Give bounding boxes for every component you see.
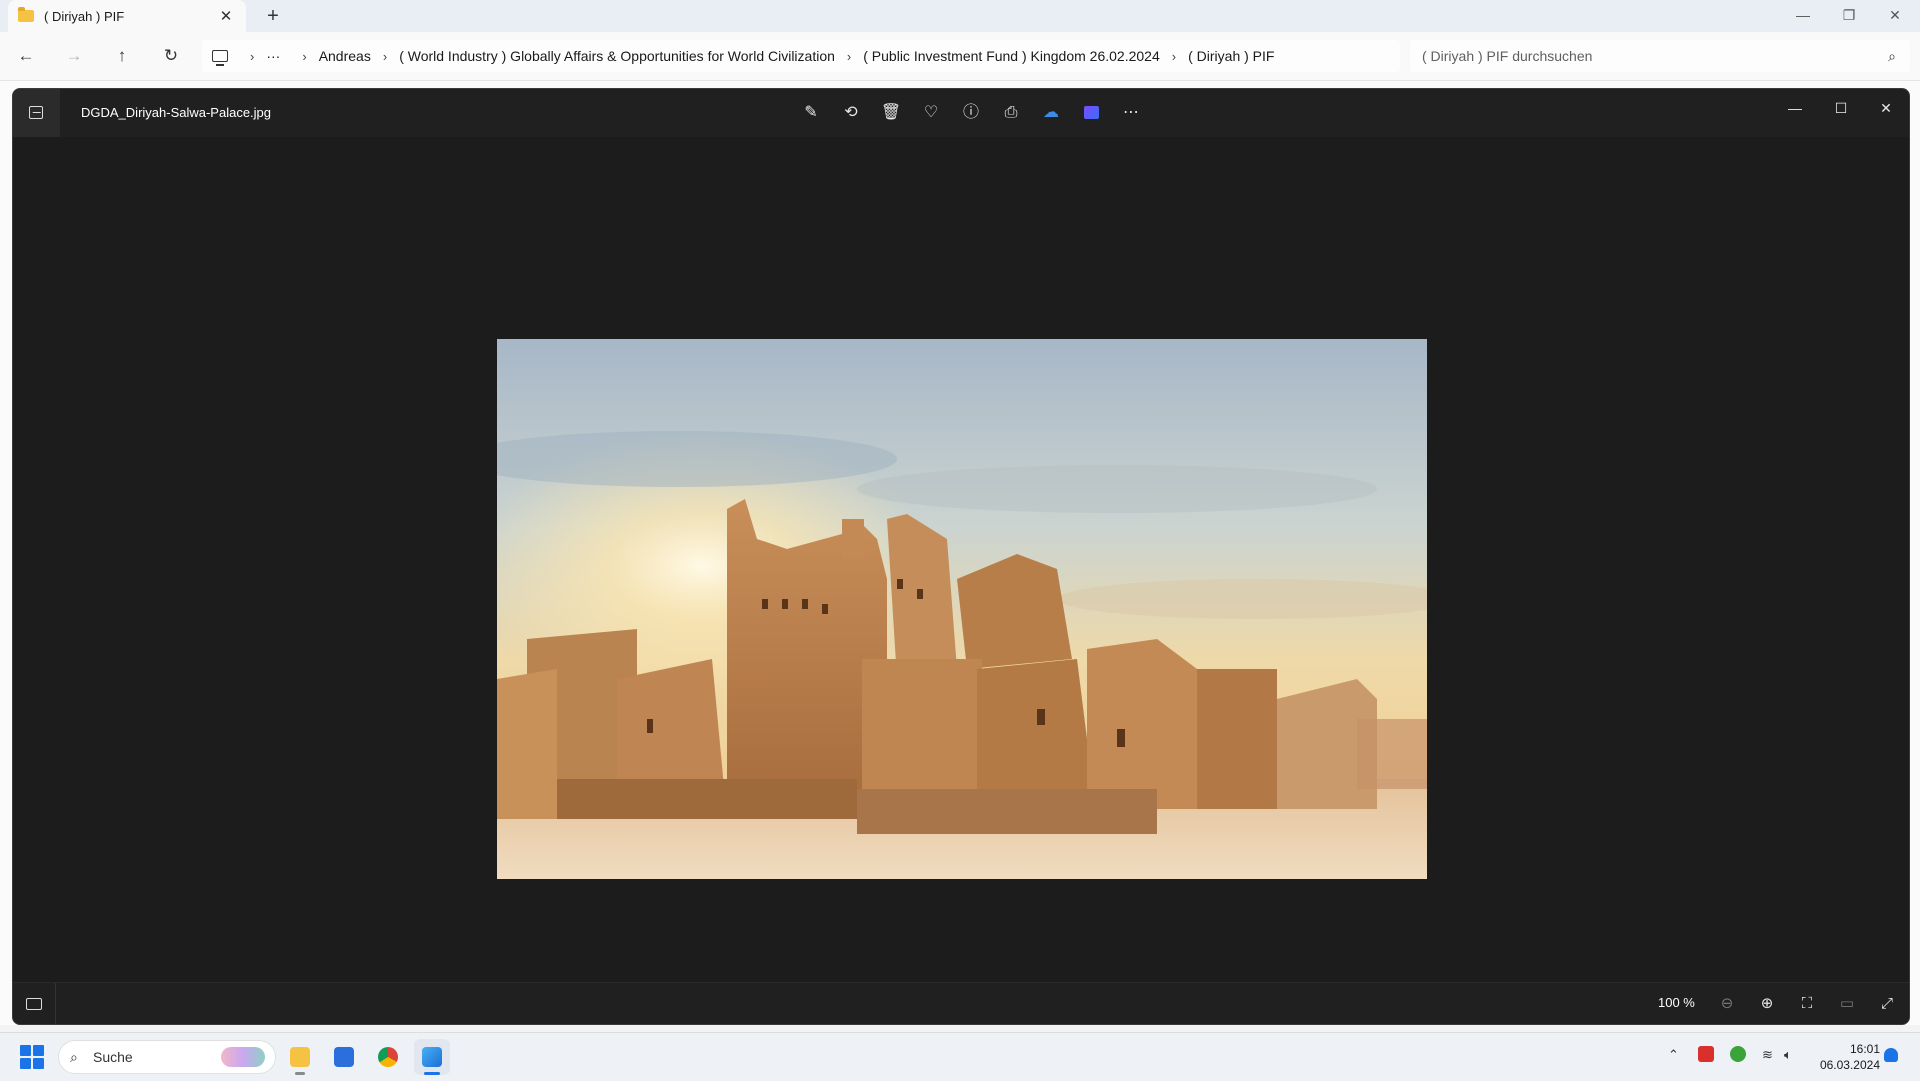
forward-icon[interactable]: → bbox=[60, 42, 88, 70]
print-icon[interactable]: ⎙ bbox=[991, 99, 1031, 127]
zoom-out-icon[interactable]: ⊖ bbox=[1713, 991, 1741, 1017]
favorite-icon[interactable]: ♡ bbox=[911, 99, 951, 127]
clock[interactable]: 16:01 06.03.2024 bbox=[1802, 1041, 1880, 1073]
explorer-tab-bar: ( Diriyah ) PIF ✕ + — ❐ ✕ bbox=[0, 0, 1920, 32]
taskbar: ⌕ Suche ⌃ ≋ 🔈︎ 16:01 06.03.2024 bbox=[0, 1032, 1920, 1081]
breadcrumb-item-pif-kingdom[interactable]: ( Public Investment Fund ) Kingdom 26.02… bbox=[863, 48, 1160, 64]
security-tray-icon[interactable] bbox=[1730, 1046, 1746, 1062]
tab-close-icon[interactable]: ✕ bbox=[216, 7, 236, 25]
viewer-close-icon[interactable]: ✕ bbox=[1863, 93, 1909, 123]
photo-viewer-window: DGDA_Diriyah-Salwa-Palace.jpg ✎ ⟲ 🗑 ♡ ⓘ … bbox=[12, 88, 1910, 1025]
more-icon[interactable]: ⋯ bbox=[1111, 99, 1151, 127]
wifi-icon[interactable]: ≋ bbox=[1762, 1047, 1773, 1067]
photos-taskbar-icon[interactable] bbox=[414, 1039, 450, 1075]
breadcrumb-item-andreas[interactable]: Andreas bbox=[319, 48, 371, 64]
viewer-maximize-icon[interactable]: ☐ bbox=[1818, 93, 1864, 123]
search-highlight-icon bbox=[221, 1047, 265, 1067]
breadcrumb-overflow[interactable]: ··· bbox=[266, 48, 280, 64]
file-name: DGDA_Diriyah-Salwa-Palace.jpg bbox=[81, 105, 272, 120]
image-canvas bbox=[13, 137, 1909, 982]
clock-time: 16:01 bbox=[1849, 1042, 1880, 1056]
show-hidden-icons-icon[interactable]: ⌃ bbox=[1668, 1047, 1679, 1067]
breadcrumb-item-world-industry[interactable]: ( World Industry ) Globally Affairs & Op… bbox=[399, 48, 835, 64]
back-icon[interactable]: ← bbox=[12, 42, 40, 70]
search-icon: ⌕ bbox=[1888, 48, 1896, 64]
file-explorer-taskbar-icon[interactable] bbox=[282, 1039, 318, 1075]
tab-diriyah-pif[interactable]: ( Diriyah ) PIF ✕ bbox=[8, 0, 246, 32]
zoom-in-icon[interactable]: ⊕ bbox=[1753, 991, 1781, 1017]
close-window-icon[interactable]: ✕ bbox=[1872, 0, 1918, 32]
explorer-address-bar: ← → ↑ ↻ › ··· › Andreas › ( World Indust… bbox=[0, 32, 1920, 81]
clock-date: 06.03.2024 bbox=[1819, 1058, 1880, 1072]
viewer-minimize-icon[interactable]: — bbox=[1772, 93, 1818, 123]
new-tab-button[interactable]: + bbox=[260, 3, 286, 29]
microsoft-store-taskbar-icon[interactable] bbox=[326, 1039, 362, 1075]
refresh-icon[interactable]: ↻ bbox=[157, 42, 185, 70]
pdf-app-tray-icon[interactable] bbox=[1698, 1046, 1714, 1062]
viewer-title-bar: DGDA_Diriyah-Salwa-Palace.jpg ✎ ⟲ 🗑 ♡ ⓘ … bbox=[13, 89, 1909, 137]
computer-icon bbox=[212, 50, 228, 66]
folder-icon bbox=[18, 7, 34, 22]
zoom-level[interactable]: 100 % bbox=[1658, 995, 1695, 1010]
restore-icon[interactable]: ❐ bbox=[1826, 0, 1872, 32]
fit-to-window-icon[interactable]: ⛶ bbox=[1793, 991, 1821, 1017]
taskbar-search[interactable]: ⌕ Suche bbox=[58, 1040, 276, 1074]
info-icon[interactable]: ⓘ bbox=[951, 99, 991, 127]
actual-size-icon[interactable]: ▭ bbox=[1833, 991, 1861, 1017]
explorer-search-input[interactable]: ( Diriyah ) PIF durchsuchen ⌕ bbox=[1410, 40, 1910, 72]
notification-bell-icon[interactable] bbox=[1884, 1048, 1898, 1062]
chevron-right-icon[interactable]: › bbox=[383, 49, 387, 64]
chevron-right-icon[interactable]: › bbox=[847, 49, 851, 64]
search-placeholder: ( Diriyah ) PIF durchsuchen bbox=[1422, 48, 1593, 64]
minimize-icon[interactable]: — bbox=[1780, 0, 1826, 32]
search-icon: ⌕ bbox=[70, 1049, 78, 1065]
edit-icon[interactable]: ✎ bbox=[791, 99, 831, 127]
clipchamp-icon[interactable] bbox=[1071, 99, 1111, 127]
chrome-taskbar-icon[interactable] bbox=[370, 1039, 406, 1075]
volume-icon[interactable]: 🔈︎ bbox=[1784, 1047, 1792, 1067]
rotate-icon[interactable]: ⟲ bbox=[831, 99, 871, 127]
filmstrip-toggle-icon[interactable] bbox=[13, 983, 56, 1024]
breadcrumb[interactable]: › ··· › Andreas › ( World Industry ) Glo… bbox=[202, 40, 1400, 72]
chevron-right-icon[interactable]: › bbox=[302, 49, 306, 64]
onedrive-icon[interactable]: ☁ bbox=[1031, 99, 1071, 127]
breadcrumb-item-diriyah-pif[interactable]: ( Diriyah ) PIF bbox=[1188, 48, 1274, 64]
viewer-bottom-bar: 100 % ⊖ ⊕ ⛶ ▭ ⤢ bbox=[13, 982, 1909, 1024]
delete-icon[interactable]: 🗑 bbox=[871, 99, 911, 127]
tab-title: ( Diriyah ) PIF bbox=[44, 8, 125, 24]
photos-app-icon[interactable] bbox=[13, 89, 60, 137]
windows-start-icon[interactable] bbox=[20, 1045, 44, 1069]
chevron-right-icon[interactable]: › bbox=[1172, 49, 1176, 64]
fullscreen-icon[interactable]: ⤢ bbox=[1873, 991, 1901, 1017]
up-icon[interactable]: ↑ bbox=[108, 42, 136, 70]
taskbar-search-label: Suche bbox=[93, 1049, 133, 1065]
diriyah-salwa-palace-photo[interactable] bbox=[497, 339, 1427, 879]
chevron-right-icon[interactable]: › bbox=[250, 49, 254, 64]
viewer-toolbar: ✎ ⟲ 🗑 ♡ ⓘ ⎙ ☁ ⋯ bbox=[791, 99, 1151, 127]
